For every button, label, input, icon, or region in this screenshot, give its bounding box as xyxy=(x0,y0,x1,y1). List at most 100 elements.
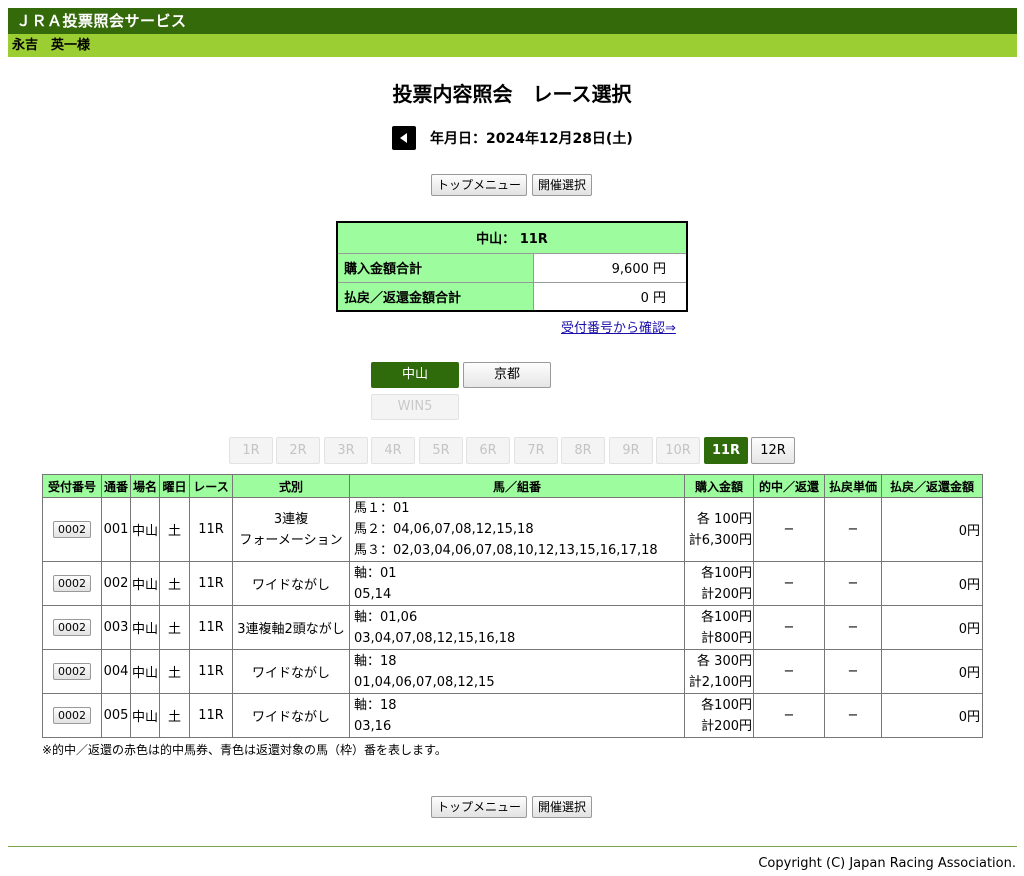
table-row: 0002 004 中山 土 11R ワイドながし 軸：18 01,04,06,0… xyxy=(42,649,983,694)
payout-cell: 0円 xyxy=(881,497,983,562)
col-day: 曜日 xyxy=(159,474,190,498)
venue-cell: 中山 xyxy=(130,561,160,606)
race-button-5r: 5R xyxy=(419,437,463,464)
col-bet-type: 式別 xyxy=(232,474,350,498)
combination-line: 03,16 xyxy=(354,718,392,734)
date-row: 年月日：2024年12月28日(土) xyxy=(392,126,633,150)
table-row: 0002 001 中山 土 11R 3連複 フォーメーション 馬１：01 馬２：… xyxy=(42,497,983,562)
payout-total-value: 0 円 xyxy=(532,281,688,312)
unit-payout-cell: − xyxy=(824,693,882,738)
confirm-by-receipt-link[interactable]: 受付番号から確認⇒ xyxy=(561,317,676,336)
user-name-bar: 永吉 英一様 xyxy=(8,34,1017,57)
race-cell: 11R xyxy=(189,497,233,562)
race-cell: 11R xyxy=(189,693,233,738)
venue-cell: 中山 xyxy=(130,693,160,738)
receipt-button[interactable]: 0002 xyxy=(53,619,91,636)
hit-cell: − xyxy=(753,605,825,650)
combination-line: 軸：18 xyxy=(354,653,397,669)
race-button-1r: 1R xyxy=(229,437,273,464)
table-row: 0002 005 中山 土 11R ワイドながし 軸：18 03,16 各100… xyxy=(42,693,983,738)
venue-tab-win5: WIN5 xyxy=(371,394,459,420)
combination-line: 軸：18 xyxy=(354,697,397,713)
amount-total: 計800円 xyxy=(701,630,752,646)
combination-cell: 馬１：01 馬２：04,06,07,08,12,15,18 馬３：02,03,0… xyxy=(349,497,685,562)
copyright: Copyright (C) Japan Racing Association. xyxy=(758,856,1016,871)
race-button-9r: 9R xyxy=(609,437,653,464)
summary-table: 中山： 11R 購入金額合計 9,600 円 払戻／返還金額合計 0 円 xyxy=(336,221,688,312)
bet-type-cell: ワイドながし xyxy=(232,649,350,694)
venue-cell: 中山 xyxy=(130,649,160,694)
purchase-total-label: 購入金額合計 xyxy=(336,252,534,283)
amount-cell: 各100円 計800円 xyxy=(684,605,754,650)
payout-cell: 0円 xyxy=(881,561,983,606)
combination-cell: 軸：01,06 03,04,07,08,12,15,16,18 xyxy=(349,605,685,650)
combination-cell: 軸：18 01,04,06,07,08,12,15 xyxy=(349,649,685,694)
hit-cell: − xyxy=(753,693,825,738)
day-cell: 土 xyxy=(159,561,190,606)
bet-type-cell: ワイドながし xyxy=(232,693,350,738)
combination-line: 05,14 xyxy=(354,586,392,602)
combination-line: 01,04,06,07,08,12,15 xyxy=(354,674,495,690)
top-menu-button-bottom[interactable]: トップメニュー xyxy=(431,796,527,818)
receipt-button[interactable]: 0002 xyxy=(53,707,91,724)
amount-total: 計200円 xyxy=(701,718,752,734)
unit-payout-cell: − xyxy=(824,561,882,606)
serial-cell: 005 xyxy=(101,693,131,738)
combination-cell: 軸：01 05,14 xyxy=(349,561,685,606)
hit-cell: − xyxy=(753,561,825,606)
meeting-select-button-bottom[interactable]: 開催選択 xyxy=(532,796,592,818)
race-cell: 11R xyxy=(189,561,233,606)
meeting-select-button[interactable]: 開催選択 xyxy=(532,174,592,196)
race-button-6r: 6R xyxy=(466,437,510,464)
race-button-10r: 10R xyxy=(656,437,700,464)
bet-type-cell: ワイドながし xyxy=(232,561,350,606)
race-button-8r: 8R xyxy=(561,437,605,464)
serial-cell: 002 xyxy=(101,561,131,606)
venue-tab-kyoto[interactable]: 京都 xyxy=(463,362,551,388)
amount-total: 計200円 xyxy=(701,586,752,602)
hit-cell: − xyxy=(753,649,825,694)
purchase-total-value: 9,600 円 xyxy=(532,252,688,283)
bet-type-cell: 3連複軸2頭ながし xyxy=(232,605,350,650)
venue-cell: 中山 xyxy=(130,497,160,562)
col-race: レース xyxy=(189,474,233,498)
combination-line: 馬２：04,06,07,08,12,15,18 xyxy=(354,522,534,537)
venue-tab-nakayama[interactable]: 中山 xyxy=(371,362,459,388)
race-button-2r: 2R xyxy=(276,437,320,464)
amount-total: 計2,100円 xyxy=(688,674,752,690)
prev-date-button[interactable] xyxy=(392,126,416,150)
payout-total-label: 払戻／返還金額合計 xyxy=(336,281,534,312)
unit-payout-cell: − xyxy=(824,649,882,694)
serial-cell: 004 xyxy=(101,649,131,694)
race-button-11r[interactable]: 11R xyxy=(704,437,748,464)
bet-type-line: フォーメーション xyxy=(239,532,343,548)
table-row: 0002 002 中山 土 11R ワイドながし 軸：01 05,14 各100… xyxy=(42,561,983,606)
col-combination: 馬／組番 xyxy=(349,474,685,498)
col-unit-payout: 払戻単価 xyxy=(824,474,882,498)
amount-cell: 各 300円 計2,100円 xyxy=(684,649,754,694)
serial-cell: 001 xyxy=(101,497,131,562)
col-payout: 払戻／返還金額 xyxy=(881,474,983,498)
amount-total: 計6,300円 xyxy=(688,532,752,548)
day-cell: 土 xyxy=(159,605,190,650)
col-receipt-no: 受付番号 xyxy=(42,474,102,498)
payout-cell: 0円 xyxy=(881,649,983,694)
hit-cell: − xyxy=(753,497,825,562)
unit-payout-cell: − xyxy=(824,605,882,650)
bet-type-line: 3連複 xyxy=(273,511,309,527)
receipt-button[interactable]: 0002 xyxy=(53,663,91,680)
top-menu-button[interactable]: トップメニュー xyxy=(431,174,527,196)
col-hit: 的中／返還 xyxy=(753,474,825,498)
legend-note: ※的中／返還の赤色は的中馬券、青色は返還対象の馬（枠）番を表します。 xyxy=(42,743,447,757)
bet-type-cell: 3連複 フォーメーション xyxy=(232,497,350,562)
race-button-12r[interactable]: 12R xyxy=(751,437,795,464)
receipt-button[interactable]: 0002 xyxy=(53,575,91,592)
day-cell: 土 xyxy=(159,649,190,694)
combination-line: 軸：01,06 xyxy=(354,609,418,625)
race-button-3r: 3R xyxy=(324,437,368,464)
payout-cell: 0円 xyxy=(881,605,983,650)
receipt-button[interactable]: 0002 xyxy=(53,521,91,538)
bets-table: 受付番号 通番 場名 曜日 レース 式別 馬／組番 購入金額 的中／返還 払戻単… xyxy=(42,474,983,738)
amount-each: 各100円 xyxy=(701,565,752,581)
service-header: ＪＲＡ投票照会サービス xyxy=(8,8,1017,34)
